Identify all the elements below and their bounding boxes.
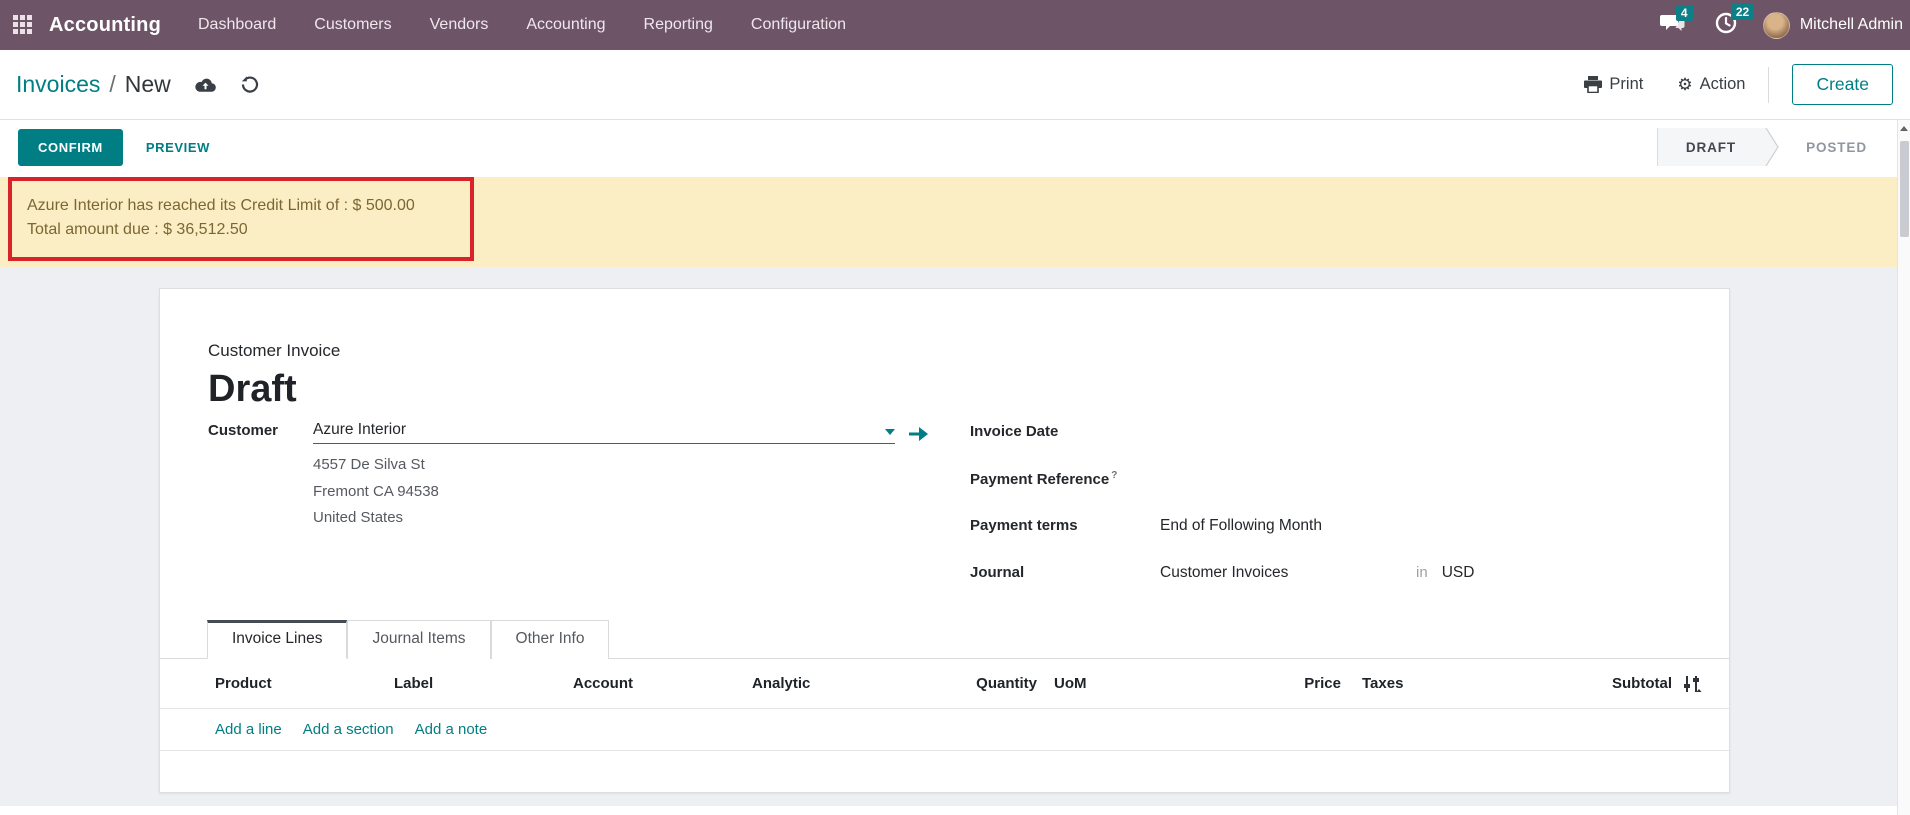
chatter-area <box>0 806 1897 815</box>
apps-grid-icon[interactable] <box>13 15 34 36</box>
payment-terms-label: Payment terms <box>970 517 1160 534</box>
help-question-icon: ? <box>1111 470 1117 481</box>
app-title[interactable]: Accounting <box>49 14 161 37</box>
col-quantity: Quantity <box>931 675 1037 692</box>
payment-reference-label: Payment Reference? <box>970 470 1160 488</box>
invoice-form-sheet: Customer Invoice Draft Customer Azure In… <box>159 288 1730 793</box>
internal-link-arrow-icon[interactable] <box>909 427 928 441</box>
journal-currency[interactable]: USD <box>1442 564 1475 582</box>
breadcrumb-separator: / <box>109 71 115 98</box>
lines-table-header: Product Label Account Analytic Quantity … <box>160 659 1729 709</box>
menu-customers[interactable]: Customers <box>314 16 391 34</box>
address-street: 4557 De Silva St <box>313 452 970 479</box>
document-type-label: Customer Invoice <box>208 341 1729 361</box>
customer-input[interactable]: Azure Interior <box>313 421 895 444</box>
tab-other-info[interactable]: Other Info <box>491 620 610 659</box>
top-navbar: Accounting Dashboard Customers Vendors A… <box>0 0 1910 50</box>
avatar[interactable] <box>1763 12 1790 39</box>
chevron-down-icon[interactable] <box>885 429 895 435</box>
scroll-up-arrow[interactable] <box>1900 126 1908 131</box>
col-label: Label <box>394 675 573 692</box>
discard-undo-icon[interactable] <box>241 76 259 93</box>
print-label: Print <box>1609 75 1643 94</box>
address-country: United States <box>313 505 970 532</box>
col-taxes: Taxes <box>1362 675 1562 692</box>
invoice-date-label: Invoice Date <box>970 423 1160 440</box>
preview-button[interactable]: PREVIEW <box>146 140 210 155</box>
nav-right: 4 22 Mitchell Admin <box>1630 12 1903 39</box>
add-section-link[interactable]: Add a section <box>303 721 394 738</box>
menu-vendors[interactable]: Vendors <box>430 16 489 34</box>
customer-address: 4557 De Silva St Fremont CA 94538 United… <box>208 452 970 532</box>
action-button[interactable]: ⚙ Action <box>1677 75 1745 95</box>
journal-in-label: in <box>1416 564 1428 581</box>
toolbar-divider <box>1768 67 1769 103</box>
add-note-link[interactable]: Add a note <box>415 721 488 738</box>
breadcrumb-invoices-link[interactable]: Invoices <box>16 71 100 98</box>
breadcrumb-current: New <box>125 71 171 98</box>
credit-warning-alert: Azure Interior has reached its Credit Li… <box>8 177 474 261</box>
control-panel: Invoices / New Print ⚙ Action Create <box>0 50 1910 120</box>
unsaved-cloud-icon[interactable] <box>195 77 216 93</box>
vertical-scrollbar[interactable] <box>1897 120 1910 815</box>
breadcrumb: Invoices / New <box>16 71 171 98</box>
tab-journal-items[interactable]: Journal Items <box>347 620 490 659</box>
credit-warning-banner: Azure Interior has reached its Credit Li… <box>0 177 1897 267</box>
statusbar-widget: DRAFT POSTED <box>1657 128 1894 166</box>
col-uom: UoM <box>1054 675 1137 692</box>
payment-terms-input[interactable]: End of Following Month <box>1160 517 1416 535</box>
main-menu: Dashboard Customers Vendors Accounting R… <box>198 16 846 34</box>
gear-icon: ⚙ <box>1677 75 1692 95</box>
line-actions-row: Add a line Add a section Add a note <box>160 709 1729 751</box>
scrollbar-thumb[interactable] <box>1900 141 1909 237</box>
confirm-button[interactable]: CONFIRM <box>18 129 123 166</box>
activities-button[interactable]: 22 <box>1715 12 1737 39</box>
tab-invoice-lines[interactable]: Invoice Lines <box>207 620 347 659</box>
menu-dashboard[interactable]: Dashboard <box>198 16 276 34</box>
status-posted[interactable]: POSTED <box>1779 128 1894 166</box>
col-account: Account <box>573 675 752 692</box>
address-city: Fremont CA 94538 <box>313 479 970 506</box>
col-analytic: Analytic <box>752 675 931 692</box>
add-line-link[interactable]: Add a line <box>215 721 282 738</box>
messages-count-badge: 4 <box>1676 5 1693 21</box>
main-content: Customer Invoice Draft Customer Azure In… <box>0 267 1910 815</box>
customer-label: Customer <box>208 422 313 444</box>
col-product: Product <box>215 675 394 692</box>
printer-icon <box>1584 76 1602 93</box>
messages-button[interactable]: 4 <box>1660 13 1685 38</box>
menu-configuration[interactable]: Configuration <box>751 16 846 34</box>
col-subtotal: Subtotal <box>1562 675 1672 692</box>
optional-columns-icon[interactable] <box>1681 675 1703 693</box>
create-button[interactable]: Create <box>1792 64 1893 105</box>
journal-input[interactable]: Customer Invoices <box>1160 564 1416 582</box>
status-chevron <box>1764 128 1779 166</box>
form-status-row: CONFIRM PREVIEW DRAFT POSTED <box>0 120 1910 174</box>
menu-accounting[interactable]: Accounting <box>526 16 605 34</box>
page-title: Draft <box>208 367 1729 411</box>
customer-value[interactable]: Azure Interior <box>313 421 406 439</box>
empty-line-row <box>160 751 1729 793</box>
activities-count-badge: 22 <box>1731 4 1754 20</box>
print-button[interactable]: Print <box>1584 75 1643 94</box>
status-draft[interactable]: DRAFT <box>1658 128 1764 166</box>
credit-limit-line: Azure Interior has reached its Credit Li… <box>27 194 455 218</box>
notebook-tabs: Invoice Lines Journal Items Other Info <box>160 620 1729 659</box>
total-due-line: Total amount due : $ 36,512.50 <box>27 218 455 242</box>
col-price: Price <box>1137 675 1341 692</box>
journal-label: Journal <box>970 564 1160 581</box>
action-label: Action <box>1700 75 1746 94</box>
menu-reporting[interactable]: Reporting <box>644 16 713 34</box>
user-name[interactable]: Mitchell Admin <box>1800 16 1903 34</box>
